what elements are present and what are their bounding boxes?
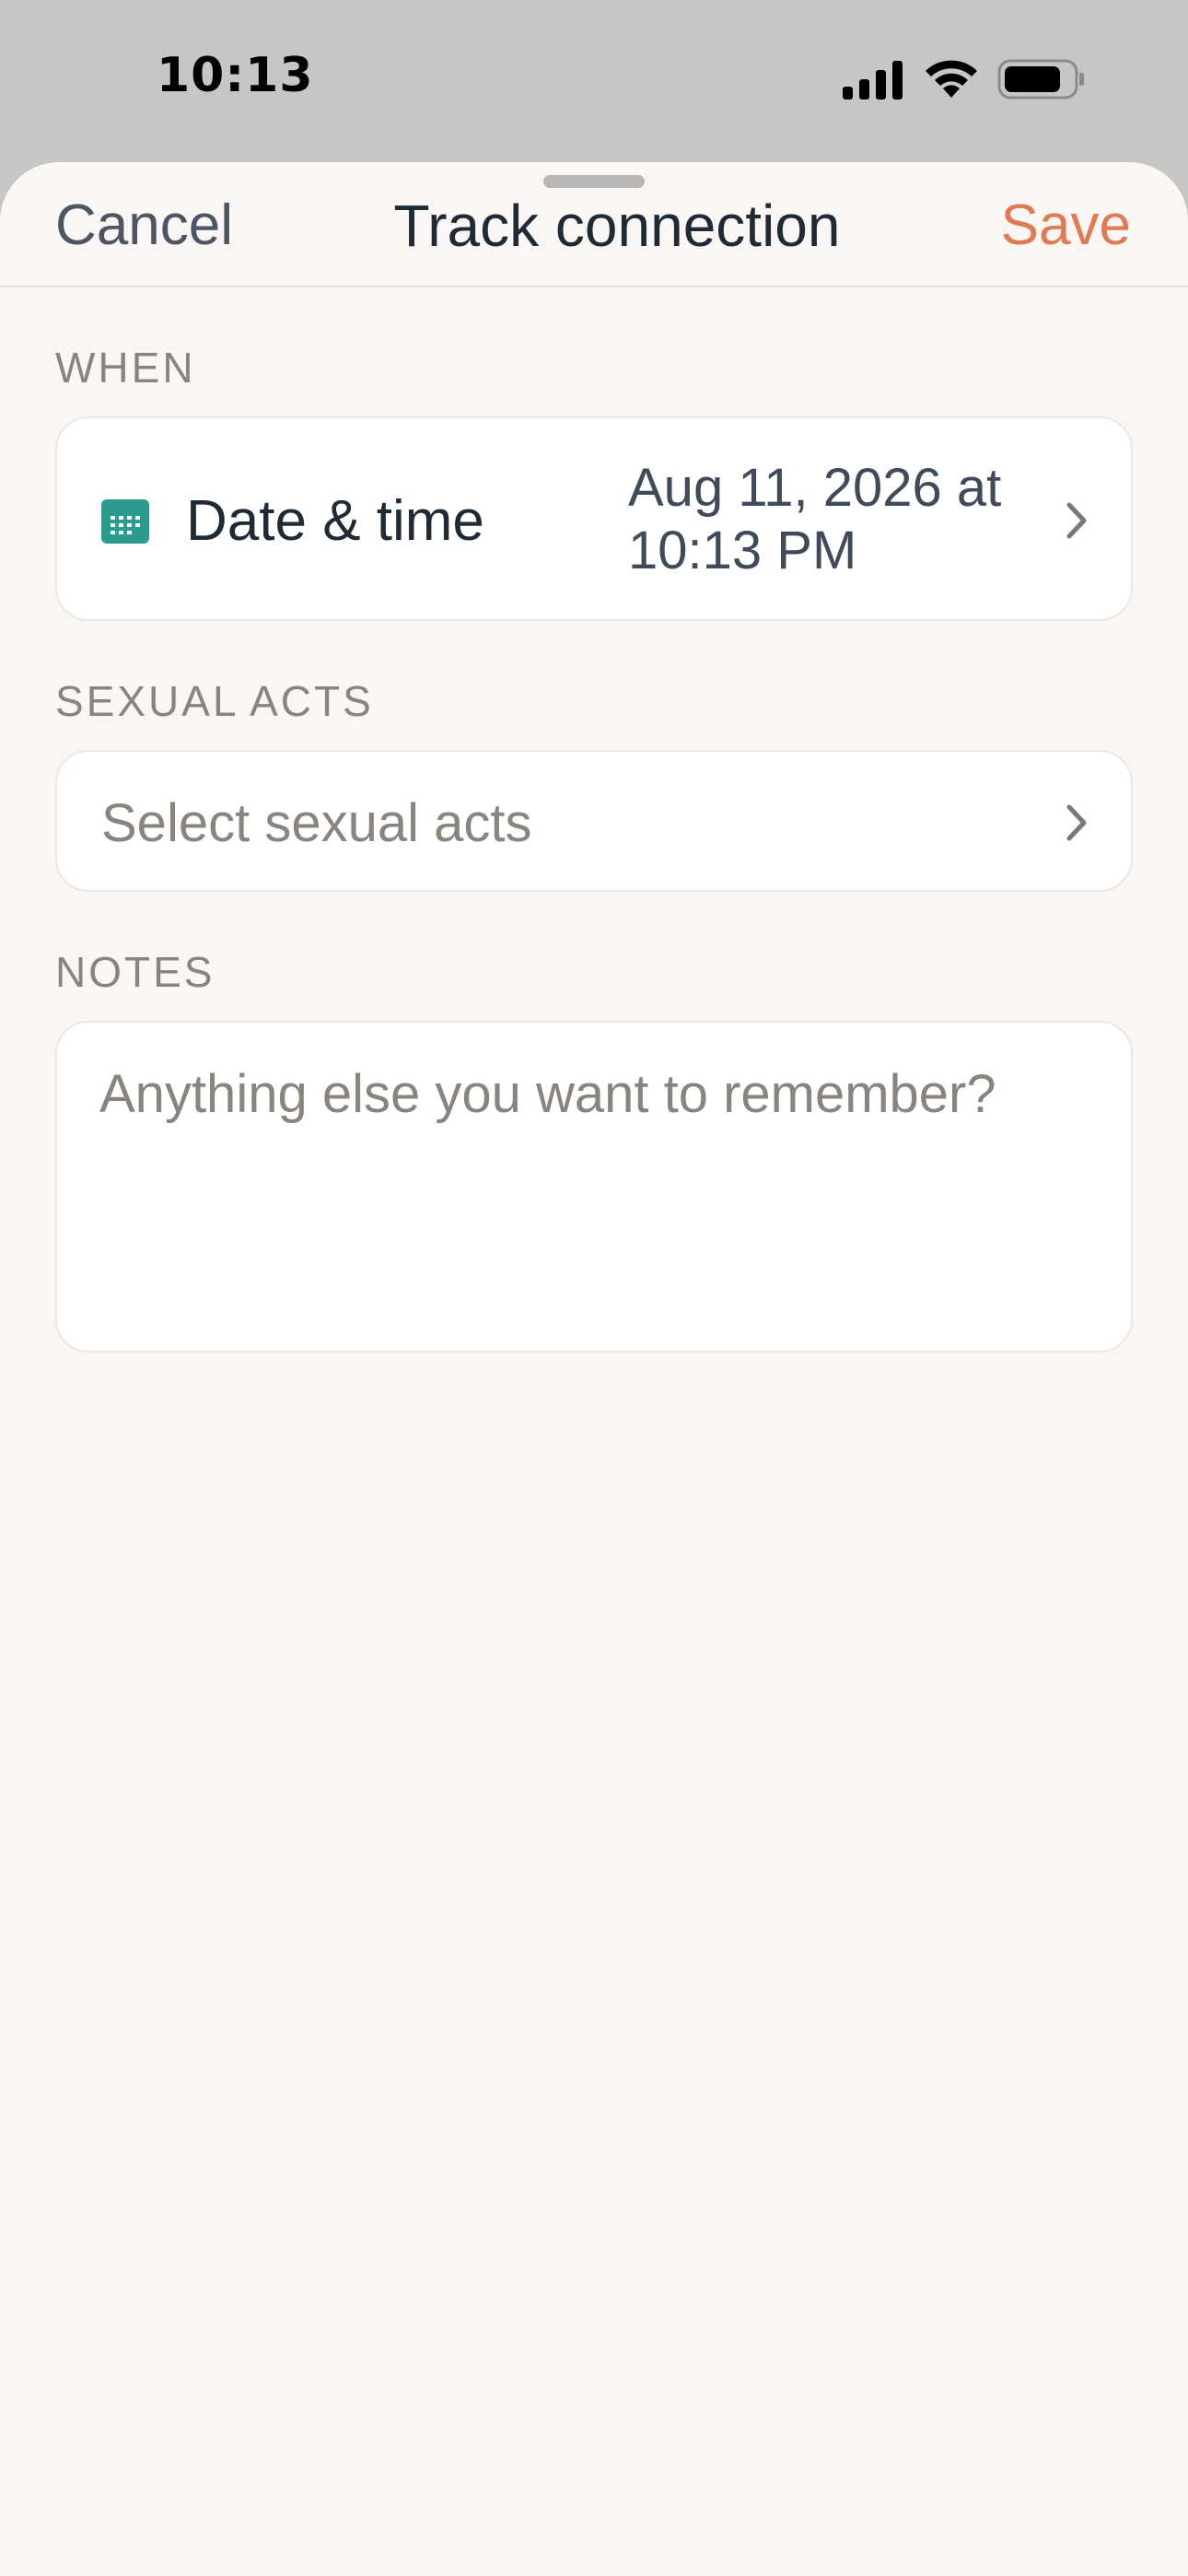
wifi-icon bbox=[926, 60, 977, 98]
date-time-value: Aug 11, 2026 at 10:13 PM bbox=[628, 458, 1002, 580]
save-button[interactable]: Save bbox=[1001, 184, 1131, 267]
section-label-when: WHEN bbox=[55, 344, 196, 392]
nav-bar: Cancel Track connection Save bbox=[0, 162, 1188, 287]
chevron-right-icon bbox=[1066, 804, 1087, 841]
signal-icon bbox=[843, 61, 903, 100]
chevron-right-icon bbox=[1066, 502, 1087, 539]
notes-field[interactable] bbox=[99, 1063, 1094, 1321]
cancel-button[interactable]: Cancel bbox=[55, 184, 233, 267]
select-sexual-acts-placeholder: Select sexual acts bbox=[101, 793, 532, 853]
select-sexual-acts-row[interactable]: Select sexual acts bbox=[55, 750, 1133, 892]
page-title: Track connection bbox=[393, 193, 841, 259]
date-time-label: Date & time bbox=[186, 489, 484, 553]
battery-icon bbox=[997, 59, 1084, 100]
calendar-icon bbox=[101, 499, 149, 544]
status-time: 10:13 bbox=[157, 48, 314, 103]
section-label-notes: NOTES bbox=[55, 948, 215, 996]
notes-card bbox=[55, 1021, 1133, 1352]
section-label-sexual-acts: SEXUAL ACTS bbox=[55, 677, 374, 725]
date-time-row[interactable]: Date & time Aug 11, 2026 at 10:13 PM bbox=[55, 416, 1133, 621]
track-connection-sheet: Cancel Track connection Save WHEN Date &… bbox=[0, 162, 1188, 2576]
status-bar: 10:13 bbox=[0, 0, 1188, 164]
